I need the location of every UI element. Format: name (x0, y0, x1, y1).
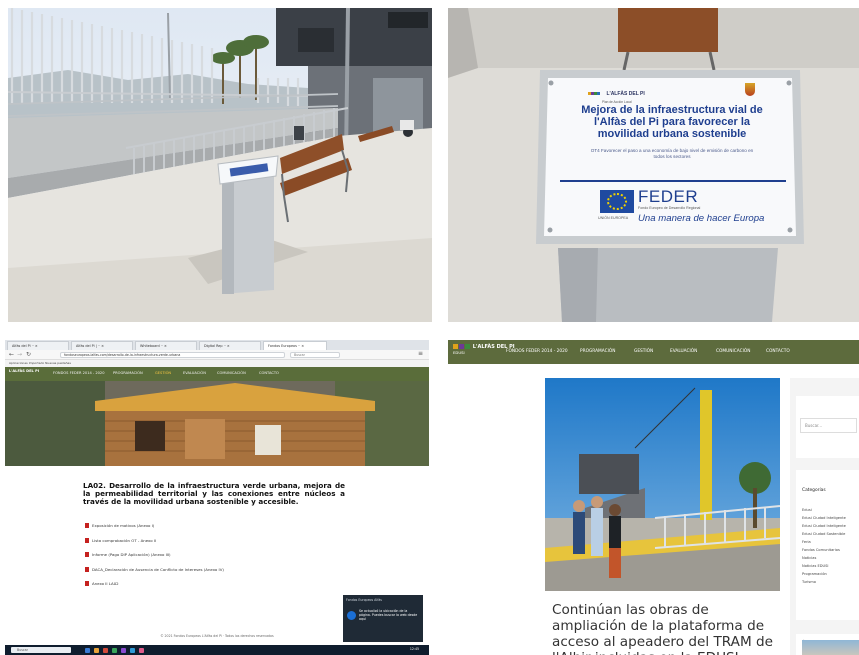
nav-item[interactable]: COMUNICACIÓN (217, 371, 246, 375)
photo-collage: L'ALFÀS DEL PI Plan de Acción Local Mejo… (0, 0, 859, 655)
document-link[interactable]: Exposición de motivos (Anexo I) (85, 523, 345, 538)
sign-divider (560, 180, 786, 182)
category-link[interactable]: Noticias (802, 556, 816, 560)
categories-box: Categorías Edusi Edusi Ciudad Inteligent… (796, 470, 859, 620)
taskbar-app-icon[interactable] (85, 648, 90, 653)
bench-scene (8, 8, 432, 322)
pdf-icon (85, 537, 89, 543)
browser-tab[interactable]: Alfàs del Pi | ·· × (71, 341, 133, 350)
info-icon (347, 611, 356, 620)
taskbar-clock: 12:45 (409, 647, 419, 651)
tab-strip: Alfàs del Pi ·· × Alfàs del Pi | ·· × Wh… (5, 340, 429, 350)
town-crest-icon (745, 83, 755, 96)
nav-item[interactable]: EVALUACIÓN (670, 349, 697, 354)
nav-item[interactable]: PROGRAMACIÓN (580, 349, 615, 354)
nav-item[interactable]: EVALUACIÓN (183, 371, 206, 375)
menu-icon[interactable]: ≡ (418, 350, 423, 357)
feder-sublabel: Fondo Europeo de Desarrollo Regional (638, 206, 701, 210)
url-field[interactable]: fondoseuropeos.lalfas.com/desarrollo-de-… (60, 352, 285, 358)
taskbar: Buscar 12:45 (5, 645, 429, 655)
taskbar-app-icon[interactable] (139, 648, 144, 653)
categories-title: Categorías (802, 488, 826, 493)
taskbar-app-icon[interactable] (103, 648, 108, 653)
taskbar-app-icon[interactable] (130, 648, 135, 653)
nav-item[interactable]: FONDOS FEDER 2014 - 2020 (53, 371, 105, 375)
sign-scene (448, 8, 859, 322)
pdf-icon (85, 552, 89, 558)
notification-body: Se actualizó la ubicación de la página. … (359, 609, 418, 622)
taskbar-search[interactable]: Buscar (11, 647, 71, 653)
project-heading: LA02. Desarrollo de la infraestructura v… (83, 481, 345, 506)
category-link[interactable]: Edusi Ciudad Inteligente (802, 524, 846, 528)
category-link[interactable]: Noticias EDUSI (802, 564, 829, 568)
browser-tab[interactable]: Alfàs del Pi ·· × (7, 341, 69, 350)
news-headline[interactable]: Continúan las obras de ampliación de la … (552, 602, 778, 655)
reload-icon[interactable]: ↻ (26, 351, 31, 358)
site-nav: L'ALFÀS DEL PI FONDOS FEDER 2014 - 2020 … (5, 367, 429, 381)
pdf-icon (85, 566, 89, 572)
sign-brand-logo: L'ALFÀS DEL PI Plan de Acción Local (588, 82, 650, 104)
document-link[interactable]: DACA_Declaración de Ausencia de Conflict… (85, 566, 345, 582)
documents-list: Exposición de motivos (Anexo I) Lista co… (85, 523, 345, 596)
taskbar-app-icon[interactable] (94, 648, 99, 653)
hero-image (5, 381, 429, 466)
browser-window: Alfàs del Pi ·· × Alfàs del Pi | ·· × Wh… (5, 340, 429, 655)
sign-title: Mejora de la infraestructura vial de l'A… (581, 104, 763, 140)
site-logo[interactable]: L'ALFÀS DEL PI (9, 369, 49, 379)
pdf-icon (85, 581, 89, 587)
photo-sign-closeup: L'ALFÀS DEL PI Plan de Acción Local Mejo… (448, 8, 859, 322)
recent-news-thumbnail[interactable] (802, 640, 859, 655)
sidebar: Buscar... Categorías Edusi Edusi Ciudad … (790, 378, 859, 655)
category-link[interactable]: Feria (802, 540, 811, 544)
nav-item[interactable]: CONTACTO (766, 349, 790, 354)
category-link[interactable]: Edusi Ciudad Sostenible (802, 532, 845, 536)
document-link[interactable]: Informe (Pago DIP Aplicación) (Anexo III… (85, 552, 345, 567)
document-link[interactable]: Anexo II LA02 (85, 581, 345, 596)
nav-item[interactable]: GESTIÓN (634, 349, 653, 354)
search-input[interactable]: Buscar... (800, 418, 857, 433)
sign-subtitle: OT4 Favorecer el paso a una economía de … (590, 148, 754, 159)
nav-item[interactable]: CONTACTO (259, 371, 279, 375)
pdf-icon (85, 523, 89, 528)
forward-icon[interactable]: → (17, 351, 22, 358)
news-site: L'ALFÀS DEL PI EDUSI FONDOS FEDER 2014 -… (448, 340, 859, 655)
nav-item[interactable]: COMUNICACIÓN (716, 349, 750, 354)
bookmarks-bar: Aplicaciones Importado Nuevas pestañas (5, 360, 429, 367)
notification-title: Fondos Europeos Alfàs (346, 598, 382, 602)
screenshot-news-page: L'ALFÀS DEL PI EDUSI FONDOS FEDER 2014 -… (448, 340, 859, 655)
category-link[interactable]: Edusi Ciudad Inteligente (802, 516, 846, 520)
nav-item[interactable]: PROGRAMACIÓN (113, 371, 143, 375)
browser-search-field[interactable]: Buscar (290, 352, 340, 358)
nav-item-active[interactable]: GESTIÓN (155, 371, 171, 375)
taskbar-app-icon[interactable] (121, 648, 126, 653)
browser-tab-active[interactable]: Fondos Europeos ·· × (263, 341, 327, 350)
category-link[interactable]: Fondos Comunitarios (802, 548, 840, 552)
document-link[interactable]: Lista comprobación OT - Anexo II (85, 537, 345, 553)
category-link[interactable]: Programación (802, 572, 827, 576)
eu-flag-icon (600, 190, 634, 213)
feder-label: FEDER (638, 187, 699, 206)
search-box-container: Buscar... (796, 396, 859, 458)
eu-label: UNIÓN EUROPEA (598, 216, 629, 220)
address-bar: ← → ↻ fondoseuropeos.lalfas.com/desarrol… (5, 350, 429, 360)
eu-slogan: Una manera de hacer Europa (638, 213, 765, 224)
news-photo[interactable] (545, 378, 780, 591)
screenshot-documents-page: Alfàs del Pi ·· × Alfàs del Pi | ·· × Wh… (5, 340, 429, 655)
photo-bench-and-sign-stand (8, 8, 432, 322)
browser-tab[interactable]: Digital Rep ·· × (199, 341, 261, 350)
nav-item[interactable]: FONDOS FEDER 2014 - 2020 (506, 349, 568, 354)
back-icon[interactable]: ← (9, 351, 14, 358)
category-link[interactable]: Turismo (802, 580, 816, 584)
taskbar-app-icon[interactable] (112, 648, 117, 653)
site-nav: L'ALFÀS DEL PI EDUSI FONDOS FEDER 2014 -… (448, 340, 859, 364)
notification-popup[interactable]: Fondos Europeos Alfàs Se actualizó la ub… (343, 595, 423, 642)
category-link[interactable]: Edusi (802, 508, 812, 512)
sign-brand-top: L'ALFÀS DEL PI (606, 91, 645, 97)
browser-tab[interactable]: Whiteboard ·· × (135, 341, 197, 350)
